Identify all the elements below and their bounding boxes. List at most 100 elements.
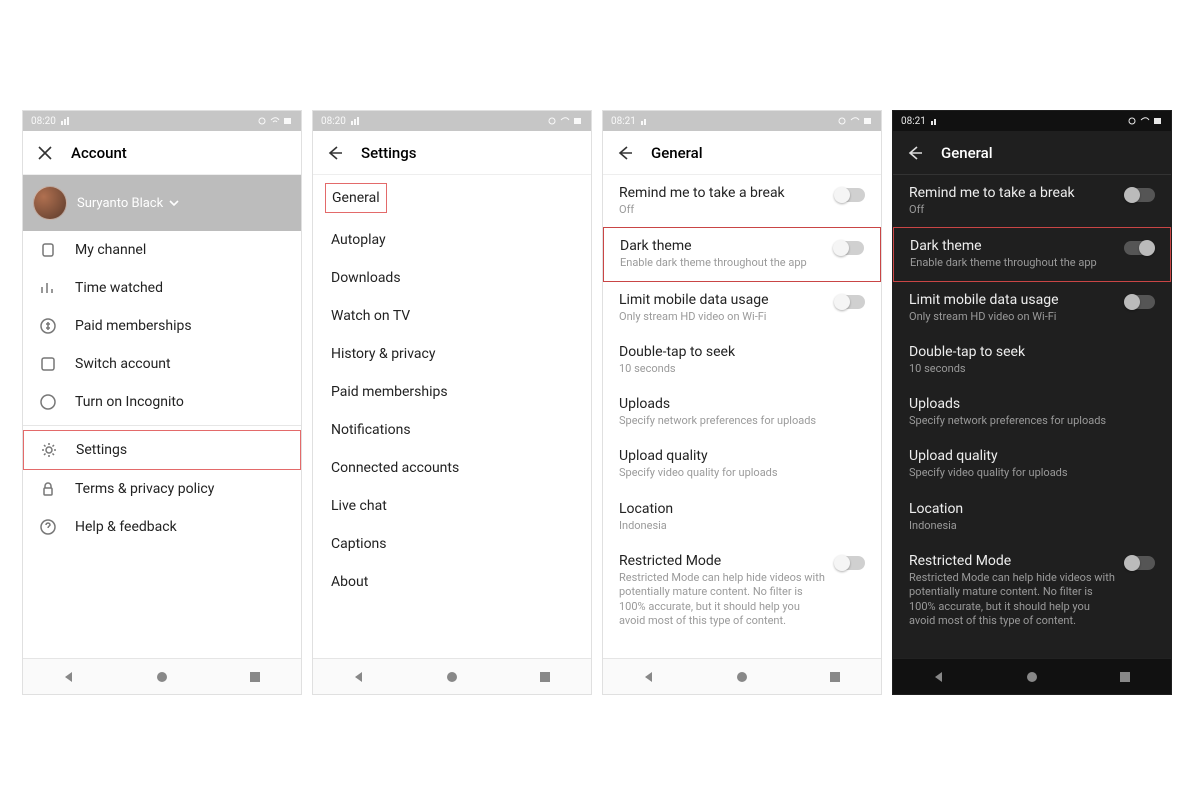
- settings-livechat[interactable]: Live chat: [313, 487, 591, 525]
- general-list: Remind me to take a breakOff Dark themeE…: [603, 175, 881, 658]
- toggle[interactable]: [1125, 556, 1155, 570]
- status-time: 08:20: [31, 116, 56, 127]
- nav-bar: [313, 658, 591, 694]
- dollar-icon: [39, 317, 57, 335]
- terms-item[interactable]: Terms & privacy policy: [23, 470, 301, 508]
- double-tap-row[interactable]: Double-tap to seek10 seconds: [893, 334, 1171, 386]
- battery-icon: [1153, 116, 1163, 126]
- settings-about[interactable]: About: [313, 563, 591, 601]
- nav-back-icon[interactable]: [642, 670, 656, 684]
- my-channel-item[interactable]: My channel: [23, 231, 301, 269]
- status-bar: 08:21: [893, 111, 1171, 131]
- back-icon[interactable]: [617, 145, 633, 161]
- dark-theme-row[interactable]: Dark themeEnable dark theme throughout t…: [603, 227, 881, 281]
- settings-item[interactable]: Settings: [23, 430, 301, 470]
- location-row[interactable]: LocationIndonesia: [603, 491, 881, 543]
- restricted-mode-row[interactable]: Restricted ModeRestricted Mode can help …: [603, 543, 881, 638]
- chart-icon: [39, 279, 57, 297]
- help-item[interactable]: Help & feedback: [23, 508, 301, 546]
- signal-icon: [930, 116, 940, 126]
- settings-autoplay[interactable]: Autoplay: [313, 221, 591, 259]
- toggle[interactable]: [835, 188, 865, 202]
- nav-recent-icon[interactable]: [828, 670, 842, 684]
- signal-icon: [640, 116, 650, 126]
- nav-bar: [23, 658, 301, 694]
- back-icon[interactable]: [327, 145, 343, 161]
- header: Settings: [313, 131, 591, 175]
- status-bar: 08:21: [603, 111, 881, 131]
- status-time: 08:20: [321, 116, 346, 127]
- battery-icon: [573, 116, 583, 126]
- dark-theme-row[interactable]: Dark themeEnable dark theme throughout t…: [893, 227, 1171, 281]
- header-title: Account: [71, 144, 127, 162]
- header-title: General: [941, 144, 993, 162]
- switch-icon: [39, 355, 57, 373]
- limit-data-row[interactable]: Limit mobile data usageOnly stream HD vi…: [603, 282, 881, 334]
- incognito-item[interactable]: Turn on Incognito: [23, 383, 301, 421]
- paid-memberships-item[interactable]: Paid memberships: [23, 307, 301, 345]
- gear-icon: [40, 441, 58, 459]
- nav-home-icon[interactable]: [445, 670, 459, 684]
- time-watched-item[interactable]: Time watched: [23, 269, 301, 307]
- settings-connected[interactable]: Connected accounts: [313, 449, 591, 487]
- settings-downloads[interactable]: Downloads: [313, 259, 591, 297]
- status-bar: 08:20: [23, 111, 301, 131]
- nav-bar: [893, 658, 1171, 694]
- wifi-icon: [1140, 116, 1150, 126]
- nav-back-icon[interactable]: [62, 670, 76, 684]
- settings-history[interactable]: History & privacy: [313, 335, 591, 373]
- wifi-icon: [560, 116, 570, 126]
- status-time: 08:21: [611, 116, 636, 127]
- nav-home-icon[interactable]: [735, 670, 749, 684]
- person-icon: [39, 241, 57, 259]
- restricted-mode-row[interactable]: Restricted ModeRestricted Mode can help …: [893, 543, 1171, 638]
- toggle[interactable]: [835, 556, 865, 570]
- signal-icon: [350, 116, 360, 126]
- phone-general-light: 08:21 General Remind me to take a breakO…: [602, 110, 882, 695]
- header: General: [603, 131, 881, 175]
- remind-break-row[interactable]: Remind me to take a breakOff: [893, 175, 1171, 227]
- uploads-row[interactable]: UploadsSpecify network preferences for u…: [893, 386, 1171, 438]
- upload-quality-row[interactable]: Upload qualitySpecify video quality for …: [603, 438, 881, 490]
- limit-data-row[interactable]: Limit mobile data usageOnly stream HD vi…: [893, 282, 1171, 334]
- account-banner[interactable]: Suryanto Black: [23, 175, 301, 231]
- upload-quality-row[interactable]: Upload qualitySpecify video quality for …: [893, 438, 1171, 490]
- switch-account-item[interactable]: Switch account: [23, 345, 301, 383]
- remind-break-row[interactable]: Remind me to take a breakOff: [603, 175, 881, 227]
- settings-notifications[interactable]: Notifications: [313, 411, 591, 449]
- nav-home-icon[interactable]: [155, 670, 169, 684]
- nav-back-icon[interactable]: [352, 670, 366, 684]
- location-row[interactable]: LocationIndonesia: [893, 491, 1171, 543]
- nav-recent-icon[interactable]: [1118, 670, 1132, 684]
- settings-memberships[interactable]: Paid memberships: [313, 373, 591, 411]
- header: Account: [23, 131, 301, 175]
- nav-back-icon[interactable]: [932, 670, 946, 684]
- header-title: General: [651, 144, 703, 162]
- toggle[interactable]: [1125, 188, 1155, 202]
- close-icon[interactable]: [37, 145, 53, 161]
- settings-captions[interactable]: Captions: [313, 525, 591, 563]
- status-bar: 08:20: [313, 111, 591, 131]
- back-icon[interactable]: [907, 145, 923, 161]
- phone-account: 08:20 Account Suryanto Black My channel …: [22, 110, 302, 695]
- eye-icon: [1127, 116, 1137, 126]
- nav-recent-icon[interactable]: [538, 670, 552, 684]
- item-label: Help & feedback: [75, 519, 177, 535]
- eye-icon: [837, 116, 847, 126]
- settings-general[interactable]: General: [325, 183, 387, 213]
- dark-theme-toggle[interactable]: [1124, 241, 1154, 255]
- settings-list: General Autoplay Downloads Watch on TV H…: [313, 175, 591, 658]
- item-label: Paid memberships: [75, 318, 192, 334]
- dark-theme-toggle[interactable]: [834, 241, 864, 255]
- settings-watch-tv[interactable]: Watch on TV: [313, 297, 591, 335]
- uploads-row[interactable]: UploadsSpecify network preferences for u…: [603, 386, 881, 438]
- nav-recent-icon[interactable]: [248, 670, 262, 684]
- divider: [23, 425, 301, 426]
- user-name: Suryanto Black: [77, 196, 163, 211]
- double-tap-row[interactable]: Double-tap to seek10 seconds: [603, 334, 881, 386]
- nav-home-icon[interactable]: [1025, 670, 1039, 684]
- toggle[interactable]: [835, 295, 865, 309]
- wifi-icon: [270, 116, 280, 126]
- toggle[interactable]: [1125, 295, 1155, 309]
- signal-icon: [60, 116, 70, 126]
